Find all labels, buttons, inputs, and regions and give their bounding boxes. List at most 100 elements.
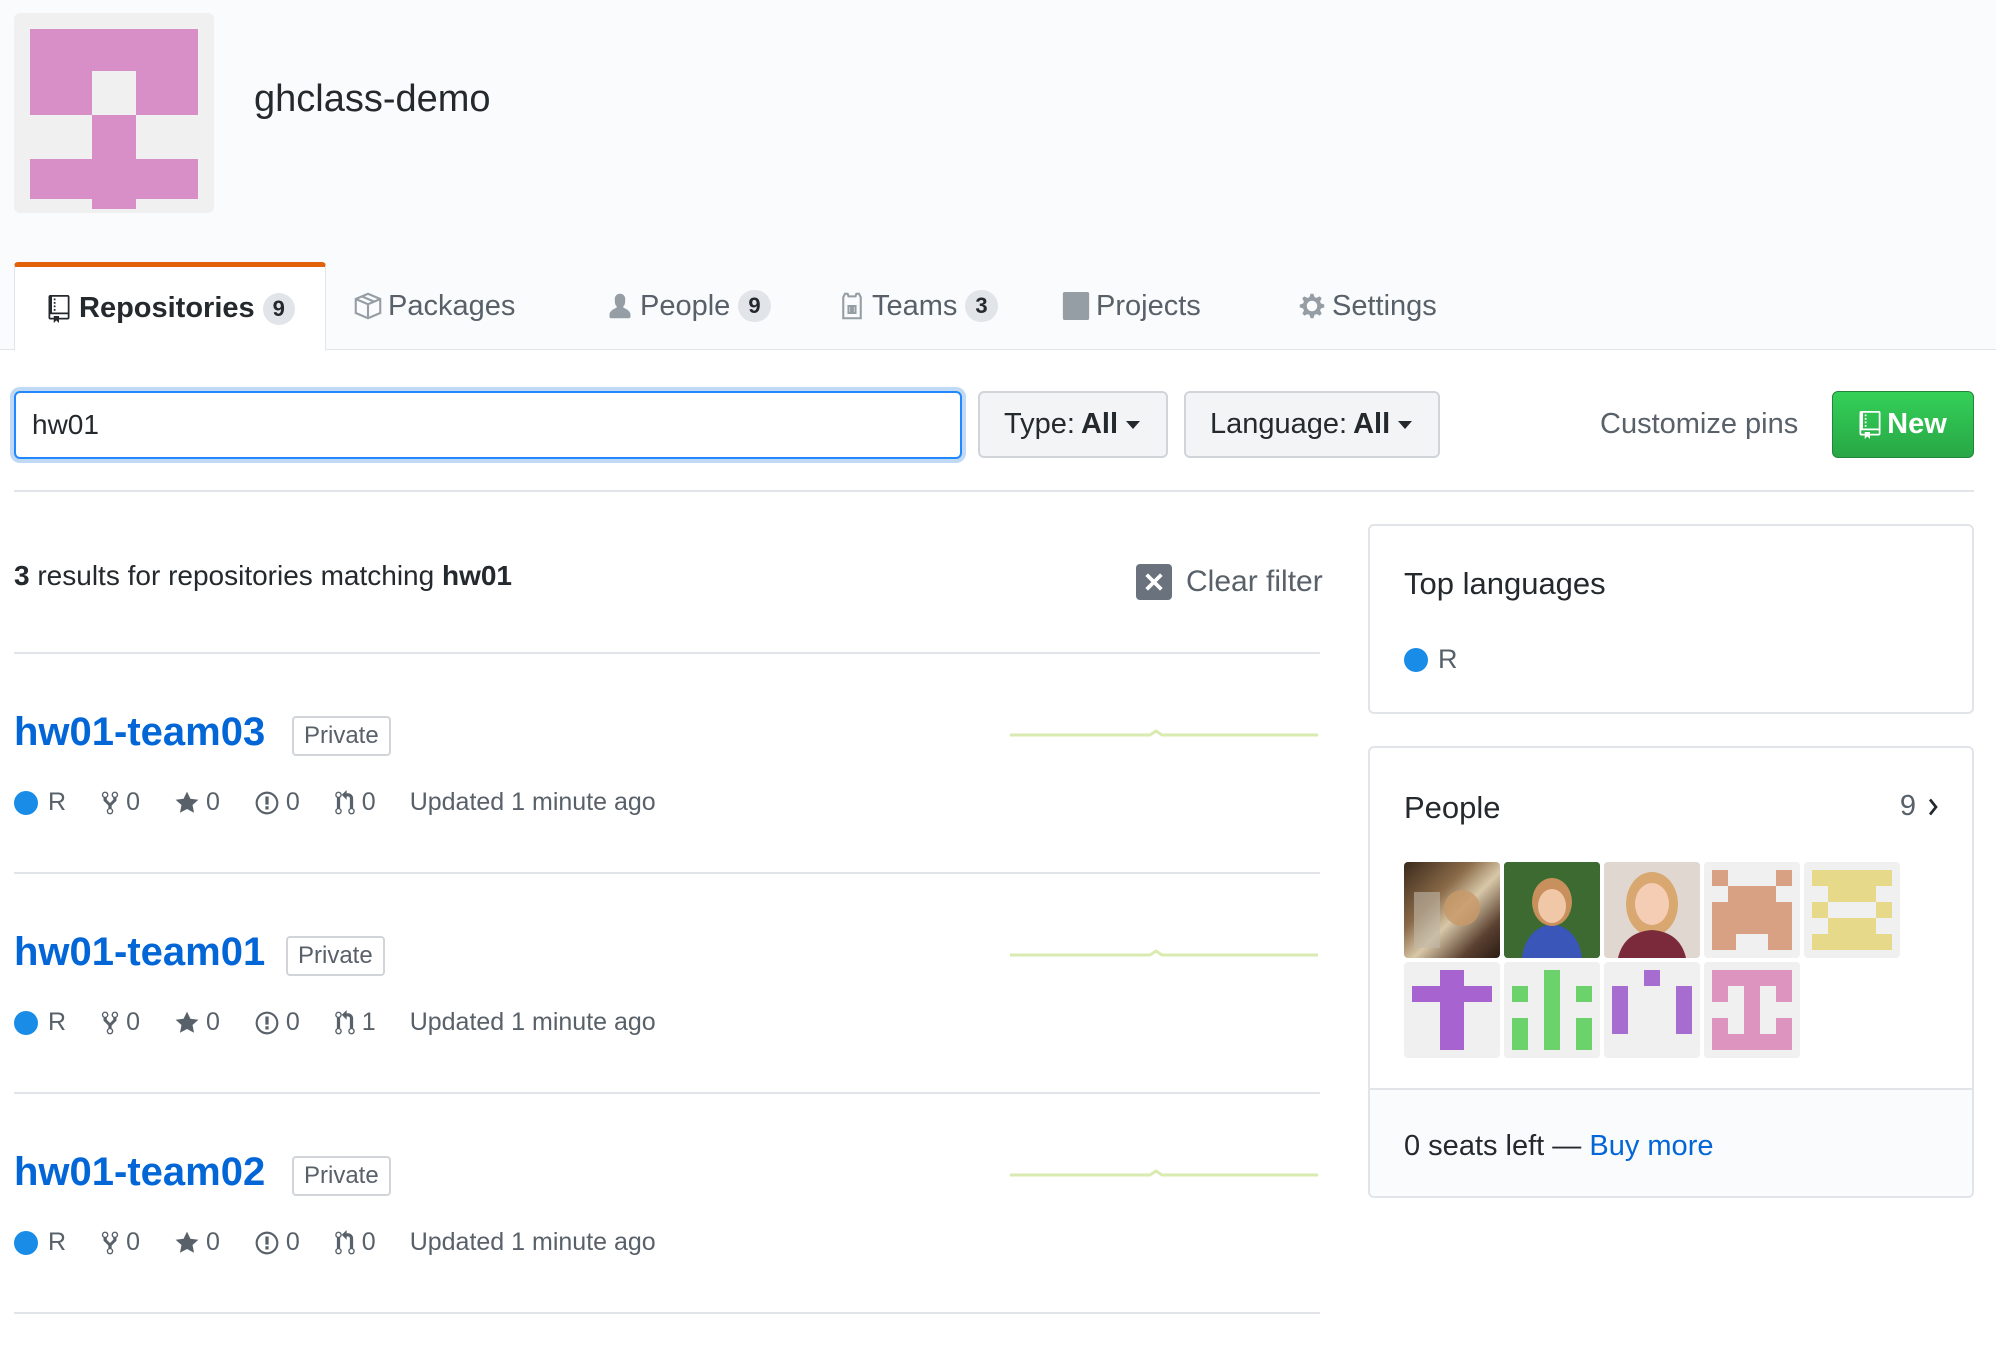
chevron-right-icon	[1928, 798, 1938, 815]
issues-link[interactable]: 0	[254, 1228, 300, 1257]
avatar[interactable]	[1504, 862, 1600, 958]
repository-search-input[interactable]	[14, 391, 962, 459]
repo-meta: R 0 0 0 0 Updated 1 minute ago	[14, 788, 656, 817]
avatar[interactable]	[1604, 962, 1700, 1058]
language-filter-button[interactable]: Language: All	[1184, 391, 1440, 458]
issues-count: 0	[285, 1228, 300, 1256]
star-icon	[175, 791, 199, 813]
issue-icon	[255, 791, 279, 814]
private-badge: Private	[292, 716, 391, 756]
issues-count: 0	[285, 1008, 300, 1036]
language-dot-icon	[14, 790, 38, 815]
language-label: R	[48, 1228, 67, 1256]
divider	[14, 1312, 1320, 1314]
language-item: R	[14, 788, 66, 817]
divider	[14, 1092, 1320, 1094]
language-filter-value: All	[1353, 408, 1391, 440]
pull-requests-link[interactable]: 1	[334, 1008, 376, 1037]
customize-pins-link[interactable]: Customize pins	[1600, 408, 1798, 441]
avatar[interactable]	[1804, 862, 1900, 958]
pull-requests-link[interactable]: 0	[334, 788, 376, 817]
private-badge: Private	[292, 1156, 391, 1196]
avatar[interactable]	[1404, 862, 1500, 958]
pull-request-icon	[335, 789, 355, 814]
people-count-link[interactable]: 9	[1900, 790, 1942, 823]
language-item: R	[14, 1008, 66, 1037]
pull-requests-link[interactable]: 0	[334, 1228, 376, 1257]
type-filter-button[interactable]: Type: All	[978, 391, 1168, 458]
org-header: ghclass-demo Repositories 9 Packages Peo…	[0, 0, 1996, 351]
issues-link[interactable]: 0	[254, 1008, 300, 1037]
tab-packages[interactable]: Packages	[354, 262, 515, 350]
forks-link[interactable]: 0	[100, 1228, 140, 1257]
jersey-icon	[842, 292, 862, 320]
stars-link[interactable]: 0	[174, 788, 220, 817]
person-icon	[609, 293, 631, 319]
gear-icon	[1299, 293, 1325, 319]
top-languages-box: Top languages R	[1368, 524, 1974, 714]
identicon-icon	[1712, 870, 1792, 950]
stars-link[interactable]: 0	[174, 1008, 220, 1037]
updated-time: Updated 1 minute ago	[409, 788, 656, 816]
tab-people[interactable]: People 9	[606, 262, 771, 350]
issues-count: 0	[285, 788, 300, 816]
org-avatar[interactable]	[14, 13, 214, 213]
results-count: 3	[14, 560, 30, 591]
language-label: R	[48, 1008, 67, 1036]
new-repository-button[interactable]: New	[1832, 391, 1974, 458]
activity-sparkline	[1010, 1169, 1318, 1177]
stars-count: 0	[205, 788, 220, 816]
avatar[interactable]	[1504, 962, 1600, 1058]
forks-link[interactable]: 0	[100, 1008, 140, 1037]
tab-settings[interactable]: Settings	[1298, 262, 1437, 350]
repo-icon	[1859, 410, 1881, 439]
top-language-item[interactable]: R	[1404, 644, 1458, 675]
avatar[interactable]	[1604, 862, 1700, 958]
buy-more-link[interactable]: Buy more	[1589, 1130, 1713, 1162]
repo-icon	[48, 294, 70, 323]
project-icon	[1062, 292, 1090, 320]
tab-label: Settings	[1332, 289, 1437, 322]
clear-filter-label: Clear filter	[1186, 565, 1323, 598]
forks-link[interactable]: 0	[100, 788, 140, 817]
tab-projects[interactable]: Projects	[1062, 262, 1201, 350]
repo-name-link[interactable]: hw01-team02	[14, 1150, 265, 1195]
teams-counter: 3	[965, 290, 998, 322]
fork-icon	[101, 1231, 119, 1254]
issues-link[interactable]: 0	[254, 788, 300, 817]
stars-count: 0	[205, 1228, 220, 1256]
forks-count: 0	[126, 788, 140, 816]
people-title[interactable]: People	[1404, 790, 1501, 826]
people-count: 9	[1899, 790, 1916, 822]
avatar[interactable]	[1704, 862, 1800, 958]
repo-name-link[interactable]: hw01-team03	[14, 710, 265, 755]
tab-teams[interactable]: Teams 3	[838, 262, 998, 350]
member-photo-icon	[1604, 862, 1700, 958]
tab-label: Packages	[388, 289, 516, 322]
org-tabs: Repositories 9 Packages People 9 Teams 3…	[14, 262, 1437, 351]
package-icon	[354, 292, 382, 320]
results-text: results for repositories matching	[37, 560, 435, 591]
clear-filter-button[interactable]: Clear filter	[1136, 564, 1323, 600]
updated-time: Updated 1 minute ago	[409, 1008, 656, 1036]
tab-repositories[interactable]: Repositories 9	[14, 262, 326, 351]
divider	[14, 652, 1320, 654]
forks-count: 0	[126, 1228, 140, 1256]
stars-link[interactable]: 0	[174, 1228, 220, 1257]
caret-down-icon	[1398, 420, 1413, 429]
private-badge: Private	[286, 936, 385, 976]
identicon-icon	[1412, 970, 1492, 1050]
fork-icon	[101, 1011, 119, 1034]
language-dot-icon	[14, 1010, 38, 1035]
language-filter-label: Language:	[1210, 408, 1348, 440]
avatar[interactable]	[1404, 962, 1500, 1058]
repo-name-link[interactable]: hw01-team01	[14, 930, 265, 975]
activity-sparkline	[1010, 949, 1318, 957]
pulls-count: 0	[361, 1228, 376, 1256]
identicon-icon	[30, 29, 198, 209]
avatar[interactable]	[1704, 962, 1800, 1058]
repo-list-item: hw01-team03 Private R 0 0 0 0 Updated 1 …	[14, 710, 1320, 910]
member-photo-icon	[1504, 862, 1600, 958]
divider	[14, 490, 1974, 492]
identicon-icon	[1612, 970, 1692, 1034]
